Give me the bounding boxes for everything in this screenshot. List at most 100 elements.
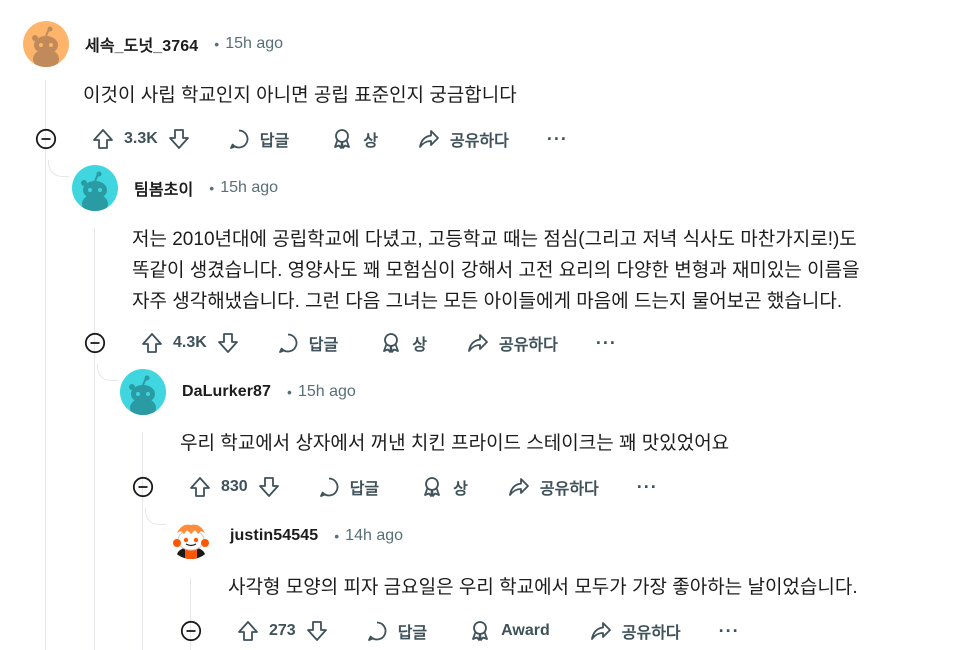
comment-meta: DaLurker87 • 15h ago [120,369,356,415]
collapse-button[interactable] [132,476,154,498]
thread-line-level-3[interactable] [142,432,143,650]
award-label: 상 [363,133,378,150]
meta-separator: • [209,180,215,196]
thread-elbow [97,364,118,381]
award-icon [472,621,489,641]
award-label: 상 [412,337,427,354]
collapse-button[interactable] [180,620,202,642]
thread-line-level-2[interactable] [94,228,95,650]
avatar[interactable] [120,369,166,415]
timestamp[interactable]: 15h ago [220,179,278,197]
timestamp[interactable]: 15h ago [298,383,356,401]
reply-label: 답글 [259,133,290,150]
thread-elbow [48,160,69,177]
comment-bubble-icon [319,477,339,497]
author-name[interactable]: 팀봄초이 [134,176,193,200]
collapse-icon [180,620,202,642]
share-button[interactable]: 공유하다 [467,331,558,355]
comment-body: 우리 학교에서 상자에서 꺼낸 치킨 프라이드 스테이크는 꽤 맛있었어요 [180,433,730,454]
more-options-button[interactable]: ··· [637,477,658,498]
author-name[interactable]: 세속_도넛_3764 [85,32,198,56]
downvote-arrow-icon [217,333,238,353]
vote-count: 273 [269,622,296,639]
upvote-button[interactable] [237,620,259,642]
comment-meta: justin54545 • 14h ago [168,513,403,559]
comment-bubble-icon [278,333,298,353]
reddit-snoo-orange-icon [23,21,69,67]
share-label: 공유하다 [498,337,558,354]
timestamp[interactable]: 14h ago [345,527,403,545]
reply-label: 답글 [349,481,380,498]
downvote-button[interactable] [217,332,239,354]
vote-count: 4.3K [173,334,207,351]
comment-body: 이것이 사립 학교인지 아니면 공립 표준인지 궁금합니다 [83,85,517,106]
award-button[interactable]: 상 [421,475,468,499]
vote-count: 830 [221,478,248,495]
collapse-button[interactable] [84,332,106,354]
comment-meta: 팀봄초이 • 15h ago [72,165,278,211]
timestamp[interactable]: 15h ago [225,35,283,53]
reply-button[interactable]: 답글 [318,475,379,499]
award-button[interactable]: 상 [380,331,427,355]
share-label: 공유하다 [539,481,599,498]
award-icon [383,333,400,353]
award-icon [334,129,351,149]
comment-actions: 4.3K 답글 상 공유하다 ··· [84,328,617,358]
comment-bubble-icon [229,129,249,149]
avatar[interactable] [23,21,69,67]
upvote-arrow-icon [142,333,162,353]
upvote-button[interactable] [92,128,114,150]
award-label: 상 [453,481,468,498]
upvote-button[interactable] [141,332,163,354]
avatar[interactable] [168,513,214,559]
vote-count: 3.3K [124,130,158,147]
award-icon [424,477,441,497]
reply-button[interactable]: 답글 [366,619,427,643]
reply-label: 답글 [397,625,428,642]
award-button[interactable]: 상 [331,127,378,151]
share-button[interactable]: 공유하다 [508,475,599,499]
upvote-button[interactable] [189,476,211,498]
reddit-snoo-custom-icon [168,513,214,559]
collapse-icon [132,476,154,498]
downvote-button[interactable] [306,620,328,642]
downvote-button[interactable] [168,128,190,150]
thread-line-level-1[interactable] [45,80,46,650]
reply-button[interactable]: 답글 [277,331,338,355]
share-button[interactable]: 공유하다 [590,619,681,643]
share-label: 공유하다 [621,625,681,642]
reddit-snoo-teal-icon [120,369,166,415]
avatar[interactable] [72,165,118,211]
comment-meta: 세속_도넛_3764 • 15h ago [23,21,283,67]
upvote-arrow-icon [93,129,113,149]
share-label: 공유하다 [449,133,509,150]
comment-actions: 3.3K 답글 상 공유하다 ··· [35,124,568,154]
more-options-button[interactable]: ··· [596,333,617,354]
upvote-arrow-icon [190,477,210,497]
collapse-icon [35,128,57,150]
collapse-button[interactable] [35,128,57,150]
more-options-button[interactable]: ··· [719,621,740,642]
downvote-arrow-icon [168,129,189,149]
more-options-button[interactable]: ··· [547,129,568,150]
meta-separator: • [214,36,220,52]
comment-body: 사각형 모양의 피자 금요일은 우리 학교에서 모두가 가장 좋아하는 날이었습… [228,577,858,598]
share-arrow-icon [590,622,611,640]
share-arrow-icon [508,478,529,496]
award-label: Award [501,622,550,639]
downvote-arrow-icon [306,621,327,641]
share-button[interactable]: 공유하다 [418,127,509,151]
share-arrow-icon [468,334,488,352]
upvote-arrow-icon [238,621,258,641]
meta-separator: • [334,528,340,544]
comment-actions: 830 답글 상 공유하다 ··· [132,472,658,502]
downvote-button[interactable] [258,476,280,498]
award-button[interactable]: Award [469,620,550,642]
reply-button[interactable]: 답글 [228,127,289,151]
author-name[interactable]: DaLurker87 [182,383,271,401]
reply-label: 답글 [308,337,339,354]
author-name[interactable]: justin54545 [230,527,318,545]
comment-body: 저는 2010년대에 공립학교에 다녔고, 고등학교 때는 점심(그리고 저녁 … [132,229,860,312]
share-arrow-icon [419,130,439,148]
reddit-snoo-teal-icon [72,165,118,211]
